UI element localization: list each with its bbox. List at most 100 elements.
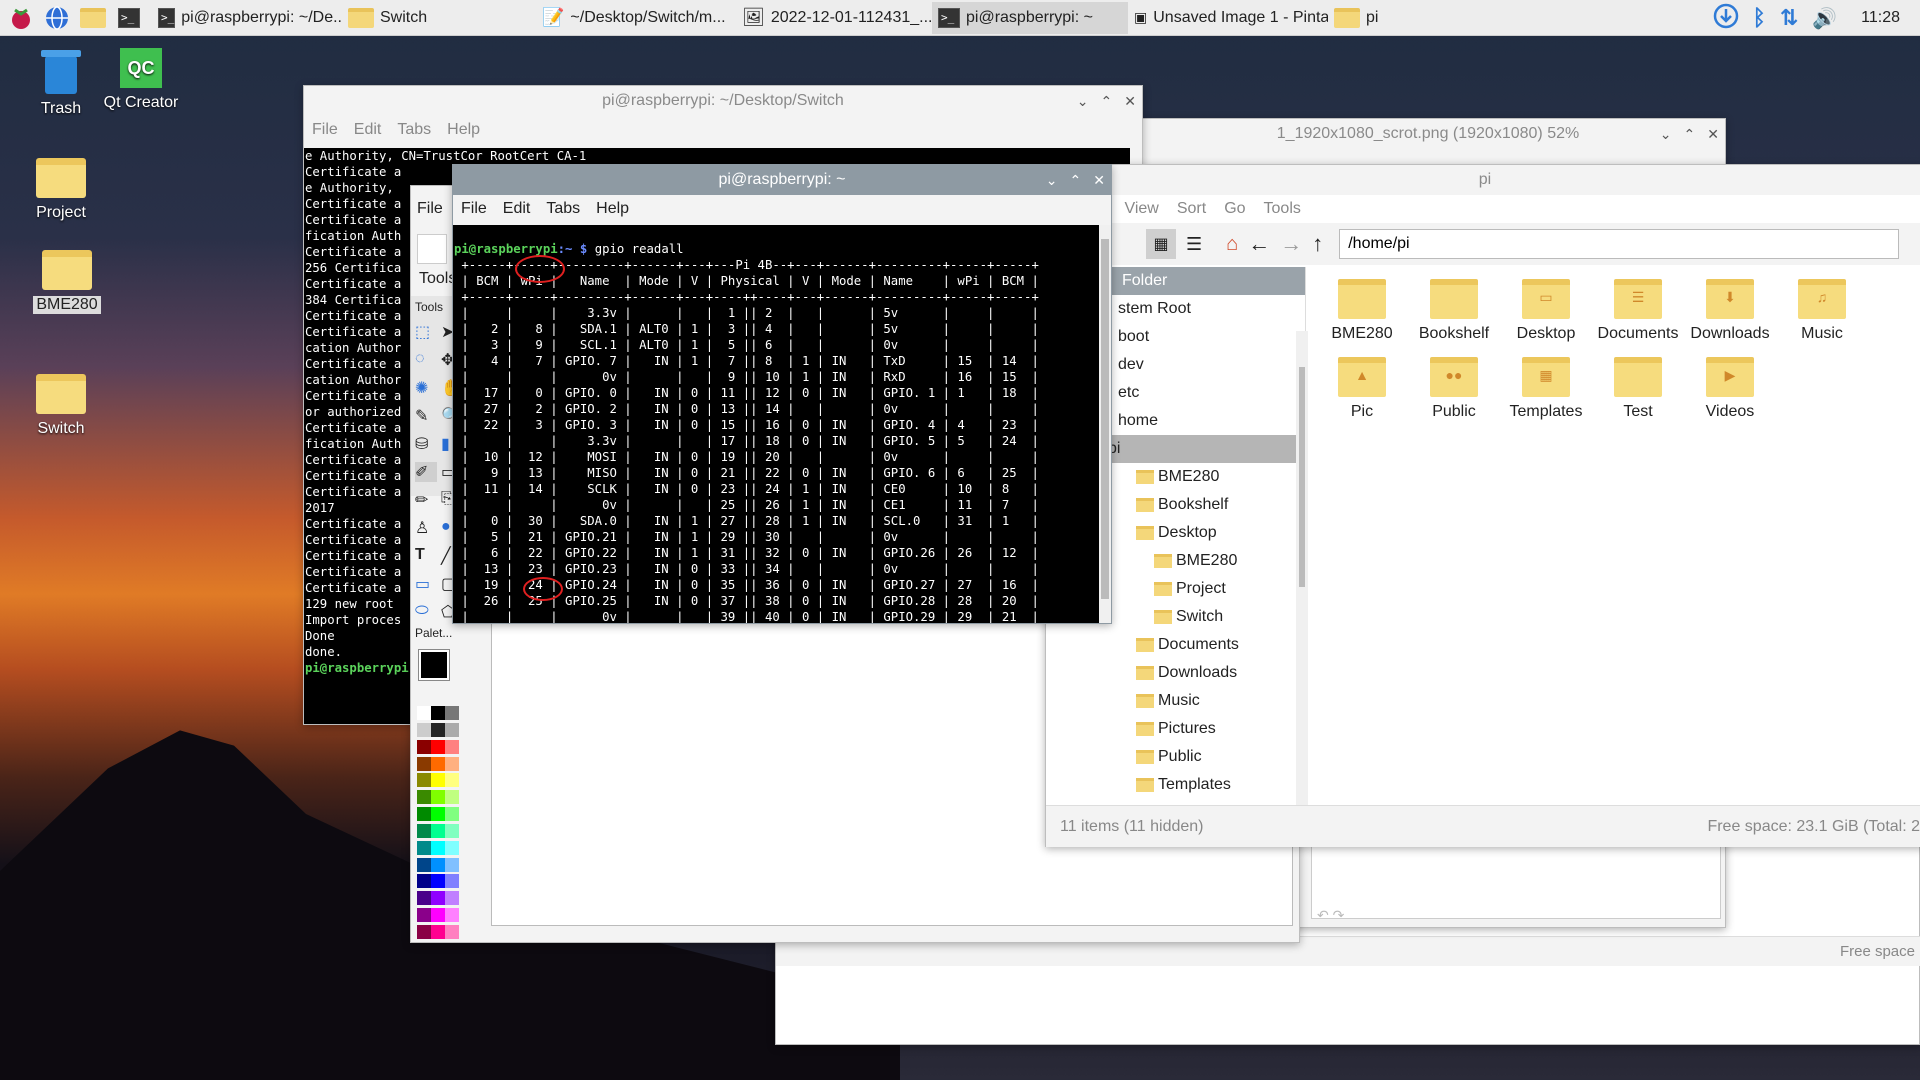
- tree-item[interactable]: stem Root: [1116, 295, 1305, 323]
- menu-file[interactable]: File: [417, 200, 443, 218]
- palette-swatch[interactable]: [445, 773, 459, 788]
- menu-help[interactable]: Help: [596, 200, 629, 218]
- task-pinta[interactable]: ▣ Unsaved Image 1 - Pinta: [1128, 2, 1328, 34]
- palette-swatch[interactable]: [445, 722, 459, 737]
- desktop-icon-trash[interactable]: Trash: [16, 46, 106, 118]
- menu-tools[interactable]: Tools: [1264, 200, 1301, 218]
- palette-swatch[interactable]: [445, 891, 459, 906]
- menu-edit[interactable]: Edit: [503, 200, 531, 218]
- palette-swatch[interactable]: [445, 790, 459, 805]
- task-file-manager[interactable]: pi: [1328, 2, 1408, 34]
- close-icon[interactable]: ✕: [1707, 126, 1719, 143]
- new-image-icon[interactable]: [417, 234, 447, 264]
- tree-item[interactable]: Bookshelf: [1116, 491, 1305, 519]
- desktop-icon-project[interactable]: Project: [16, 158, 106, 222]
- browser-icon[interactable]: [42, 3, 72, 33]
- maximize-icon[interactable]: ⌃: [1684, 126, 1696, 143]
- minimize-icon[interactable]: ⌄: [1077, 93, 1089, 110]
- tree-item[interactable]: home: [1116, 407, 1305, 435]
- rectangle-tool-icon[interactable]: ▭: [415, 574, 437, 594]
- menu-sort[interactable]: Sort: [1177, 200, 1206, 218]
- menu-go[interactable]: Go: [1224, 200, 1245, 218]
- palette-swatch[interactable]: [445, 823, 459, 838]
- task-switch[interactable]: Switch: [342, 2, 532, 34]
- task-terminal-home[interactable]: >_ pi@raspberrypi: ~: [932, 1, 1128, 34]
- palette-swatch[interactable]: [431, 823, 445, 838]
- palette-swatch[interactable]: [445, 857, 459, 872]
- terminal-scrollbar[interactable]: [1099, 225, 1111, 623]
- home-icon[interactable]: ⌂: [1226, 233, 1238, 256]
- palette-swatch[interactable]: [417, 756, 431, 771]
- palette-swatch[interactable]: [417, 790, 431, 805]
- pencil-icon[interactable]: ✏: [415, 490, 437, 510]
- ellipse-tool-icon[interactable]: ⬭: [415, 602, 437, 622]
- raspberry-menu-icon[interactable]: [6, 3, 36, 33]
- tree-item[interactable]: Pictures: [1116, 715, 1305, 743]
- image-viewer-titlebar[interactable]: 1_1920x1080_scrot.png (1920x1080) 52% ⌄ ⌃…: [1131, 119, 1725, 149]
- up-icon[interactable]: ↑: [1312, 231, 1323, 257]
- palette-swatch[interactable]: [431, 756, 445, 771]
- palette-swatch[interactable]: [431, 807, 445, 822]
- tree-item[interactable]: BME280: [1116, 463, 1305, 491]
- palette-swatch[interactable]: [417, 807, 431, 822]
- list-view-icon[interactable]: ☰: [1186, 234, 1202, 255]
- menu-edit[interactable]: Edit: [354, 121, 382, 139]
- desktop-icon-switch[interactable]: Switch: [16, 374, 106, 438]
- palette-swatch[interactable]: [445, 807, 459, 822]
- file-manager-window[interactable]: pi t View Sort Go Tools ▦ ☰ ⌂ ← → ↑ Fold…: [1045, 164, 1920, 847]
- task-editor[interactable]: 📝 ~/Desktop/Switch/m...: [536, 2, 736, 34]
- file-item[interactable]: BME280: [1316, 275, 1408, 343]
- tree-item[interactable]: BME280: [1116, 547, 1305, 575]
- palette-swatch[interactable]: [417, 857, 431, 872]
- paintbrush-icon[interactable]: ✐: [415, 462, 437, 482]
- palette-swatch[interactable]: [431, 790, 445, 805]
- file-item[interactable]: Test: [1592, 353, 1684, 421]
- clock[interactable]: 11:28: [1861, 9, 1900, 27]
- palette-swatch[interactable]: [417, 722, 431, 737]
- palette-swatch[interactable]: [431, 706, 445, 720]
- lasso-icon[interactable]: ◌: [415, 350, 437, 370]
- palette-swatch[interactable]: [417, 706, 431, 720]
- text-tool-icon[interactable]: T: [415, 546, 437, 566]
- palette-swatch[interactable]: [431, 773, 445, 788]
- palette-swatch[interactable]: [445, 706, 459, 720]
- volume-icon[interactable]: 🔊: [1812, 6, 1837, 31]
- palette-swatch[interactable]: [417, 840, 431, 855]
- undo-redo-icons[interactable]: ↶ ↷: [1311, 907, 1511, 929]
- tree-item[interactable]: Downloads: [1116, 659, 1305, 687]
- palette-swatch[interactable]: [431, 857, 445, 872]
- tree-item[interactable]: Switch: [1116, 603, 1305, 631]
- file-manager-launcher-icon[interactable]: [78, 3, 108, 33]
- palette-swatch[interactable]: [445, 924, 459, 939]
- terminal-home-titlebar[interactable]: pi@raspberrypi: ~ ⌄ ⌃ ✕: [453, 165, 1111, 195]
- stamp-icon[interactable]: ♙: [415, 518, 437, 538]
- tree-scrollbar[interactable]: [1296, 331, 1308, 807]
- palette-swatch[interactable]: [431, 924, 445, 939]
- palette-swatch[interactable]: [431, 874, 445, 889]
- primary-color-swatch[interactable]: [418, 649, 450, 681]
- palette-swatch[interactable]: [445, 739, 459, 754]
- forward-icon[interactable]: →: [1280, 231, 1302, 257]
- file-item[interactable]: ☰ Documents: [1592, 275, 1684, 343]
- tree-item[interactable]: pi: [1106, 435, 1305, 463]
- rect-select-icon[interactable]: ⬚: [415, 322, 437, 342]
- palette-swatch[interactable]: [445, 840, 459, 855]
- magic-wand-icon[interactable]: ✺: [415, 378, 437, 398]
- paint-bucket-icon[interactable]: ⛁: [415, 434, 437, 454]
- menu-file[interactable]: File: [461, 200, 487, 218]
- terminal-switch-titlebar[interactable]: pi@raspberrypi: ~/Desktop/Switch ⌄ ⌃ ✕: [304, 86, 1142, 116]
- file-item[interactable]: ▦ Templates: [1500, 353, 1592, 421]
- palette-swatch[interactable]: [417, 874, 431, 889]
- tree-item[interactable]: boot: [1116, 323, 1305, 351]
- update-icon[interactable]: [1713, 3, 1739, 34]
- menu-tabs[interactable]: Tabs: [397, 121, 431, 139]
- file-item[interactable]: ⬇ Downloads: [1684, 275, 1776, 343]
- file-item[interactable]: ♫ Music: [1776, 275, 1868, 343]
- file-manager-titlebar[interactable]: pi: [1046, 165, 1920, 195]
- close-icon[interactable]: ✕: [1124, 93, 1136, 110]
- terminal-home-output[interactable]: pi@raspberrypi:~ $ gpio readall +-----+-…: [453, 225, 1099, 623]
- palette-swatch[interactable]: [445, 756, 459, 771]
- menu-file[interactable]: File: [312, 121, 338, 139]
- menu-help[interactable]: Help: [447, 121, 480, 139]
- palette-swatch[interactable]: [431, 739, 445, 754]
